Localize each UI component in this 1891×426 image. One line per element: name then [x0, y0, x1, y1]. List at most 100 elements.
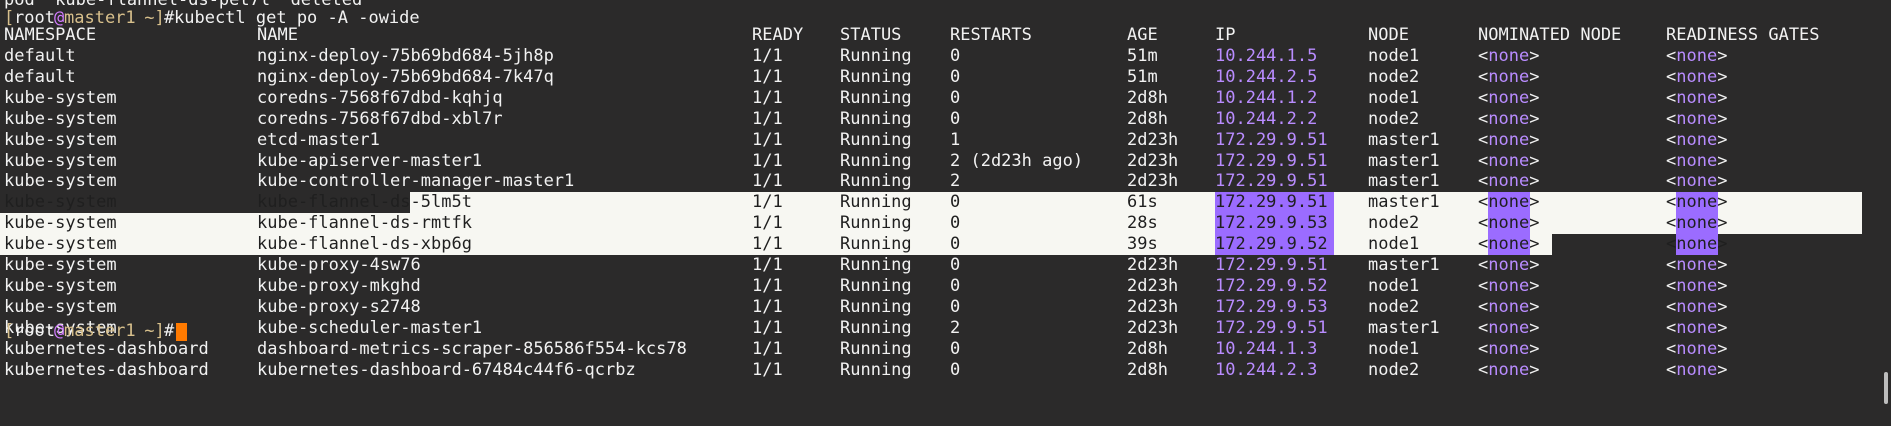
- cell-namespace: kube-system: [4, 151, 117, 171]
- cell-namespace: kube-system: [4, 171, 117, 191]
- cell-ready: 1/1: [752, 234, 783, 254]
- cell-restarts: 0: [950, 255, 961, 275]
- cell-node: node2: [1368, 67, 1420, 87]
- table-row[interactable]: kube-system etcd-master1 1/1 Running 1 2d23h 1…: [0, 130, 1891, 151]
- cell-status: Running: [840, 46, 912, 66]
- cell-readiness-gates: <none>: [1666, 109, 1728, 129]
- cell-node: node2: [1368, 360, 1420, 380]
- cell-ip: 172.29.9.52: [1215, 234, 1328, 254]
- cell-age: 2d23h: [1127, 276, 1179, 296]
- cell-namespace: kube-system: [4, 276, 117, 296]
- cell-readiness-gates: <none>: [1666, 255, 1728, 275]
- cell-ready: 1/1: [752, 276, 783, 296]
- cell-name: kubernetes-dashboard-67484c44f6-qcrbz: [257, 360, 636, 380]
- cell-restarts: 0: [950, 46, 961, 66]
- table-row[interactable]: default nginx-deploy-75b69bd684-5jh8p 1/1 R…: [0, 46, 1891, 67]
- cell-nominated-node: <none>: [1478, 130, 1540, 150]
- cell-readiness-gates: <none>: [1666, 213, 1728, 233]
- table-row[interactable]: kubernetes-dashboard dashboard-metrics-sc…: [0, 339, 1891, 360]
- table-row[interactable]: kube-system coredns-7568f67dbd-xbl7r 1/1 Ru…: [0, 109, 1891, 130]
- text-cursor[interactable]: [176, 323, 187, 341]
- scrollbar-thumb[interactable]: [1884, 372, 1888, 404]
- header-namespace: NAMESPACE: [4, 25, 97, 45]
- table-row[interactable]: kube-system kube-flannel-ds-xbp6g 1/1 Runni…: [0, 234, 1891, 255]
- cell-node: master1: [1368, 130, 1440, 150]
- cell-ready: 1/1: [752, 88, 783, 108]
- cell-node: master1: [1368, 151, 1440, 171]
- table-row[interactable]: kube-system kube-flannel-ds-rmtfk 1/1 Runni…: [0, 213, 1891, 234]
- table-row[interactable]: kube-system kube-apiserver-master1 1/1 Runn…: [0, 151, 1891, 172]
- cell-nominated-node: <none>: [1478, 67, 1540, 87]
- header-nominated-node: NOMINATED NODE: [1478, 25, 1622, 45]
- cell-readiness-gates: <none>: [1666, 130, 1728, 150]
- cell-age: 61s: [1127, 192, 1158, 212]
- current-prompt-line[interactable]: [ root @ master1 ~] #: [0, 321, 1891, 342]
- cell-ip: 172.29.9.51: [1215, 192, 1328, 212]
- cell-restarts: 0: [950, 192, 961, 212]
- cell-namespace: kube-system: [4, 88, 117, 108]
- cell-status: Running: [840, 130, 912, 150]
- cell-ready: 1/1: [752, 109, 783, 129]
- header-ip: IP: [1215, 25, 1236, 45]
- table-row[interactable]: kube-system kube-controller-manager-maste…: [0, 171, 1891, 192]
- cell-readiness-gates: <none>: [1666, 360, 1728, 380]
- cell-status: Running: [840, 360, 912, 380]
- cell-ip: 172.29.9.53: [1215, 213, 1328, 233]
- header-readiness-gates: READINESS GATES: [1666, 25, 1820, 45]
- cell-ip: 10.244.2.3: [1215, 360, 1318, 380]
- scrollbar[interactable]: [1877, 0, 1891, 426]
- cell-age: 2d23h: [1127, 297, 1179, 317]
- table-row[interactable]: kubernetes-dashboard kubernetes-dashboard…: [0, 360, 1891, 381]
- cell-age: 39s: [1127, 234, 1158, 254]
- cell-ready: 1/1: [752, 46, 783, 66]
- table-row[interactable]: kube-system coredns-7568f67dbd-kqhjq 1/1 Ru…: [0, 88, 1891, 109]
- cell-age: 28s: [1127, 213, 1158, 233]
- cell-readiness-gates: <none>: [1666, 88, 1728, 108]
- cell-restarts: 0: [950, 339, 961, 359]
- cell-ready: 1/1: [752, 67, 783, 87]
- table-row[interactable]: kube-system kube-proxy-4sw76 1/1 Running 0 2d…: [0, 255, 1891, 276]
- cell-restarts: 1: [950, 130, 961, 150]
- table-row[interactable]: kube-system kube-proxy-s2748 1/1 Running 0 2d…: [0, 297, 1891, 318]
- cell-ready: 1/1: [752, 255, 783, 275]
- table-row[interactable]: default nginx-deploy-75b69bd684-7k47q 1/1 R…: [0, 67, 1891, 88]
- cell-readiness-gates: <none>: [1666, 297, 1728, 317]
- cell-nominated-node: <none>: [1478, 276, 1540, 296]
- cell-restarts: 0: [950, 88, 961, 108]
- cell-name: kube-proxy-mkghd: [257, 276, 421, 296]
- cell-node: node1: [1368, 46, 1420, 66]
- cell-name: kube-proxy-4sw76: [257, 255, 421, 275]
- cell-ip: 10.244.1.5: [1215, 46, 1318, 66]
- cell-status: Running: [840, 297, 912, 317]
- cell-readiness-gates: <none>: [1666, 276, 1728, 296]
- cell-name: coredns-7568f67dbd-kqhjq: [257, 88, 503, 108]
- cell-ready: 1/1: [752, 130, 783, 150]
- cell-status: Running: [840, 171, 912, 191]
- prompt-host: master1: [64, 321, 136, 341]
- cell-node: node1: [1368, 276, 1420, 296]
- table-row[interactable]: kube-system kube-proxy-mkghd 1/1 Running 0 2d…: [0, 276, 1891, 297]
- cell-age: 2d23h: [1127, 255, 1179, 275]
- cell-age: 2d8h: [1127, 109, 1168, 129]
- cell-ip: 172.29.9.51: [1215, 151, 1328, 171]
- cell-nominated-node: <none>: [1478, 255, 1540, 275]
- cell-name: coredns-7568f67dbd-xbl7r: [257, 109, 503, 129]
- cell-status: Running: [840, 213, 912, 233]
- cell-ip: 172.29.9.52: [1215, 276, 1328, 296]
- cell-name: kube-flannel-ds-5lm5t: [257, 192, 472, 212]
- cell-namespace: default: [4, 46, 76, 66]
- terminal-window[interactable]: pod "kube-flannel-ds-pet7l" deleted [ ro…: [0, 0, 1891, 426]
- cell-nominated-node: <none>: [1478, 234, 1540, 254]
- cell-namespace: default: [4, 67, 76, 87]
- cell-ready: 1/1: [752, 213, 783, 233]
- table-row[interactable]: kube-system kube-flannel-ds-5lm5t 1/1 Runni…: [0, 192, 1891, 213]
- cell-readiness-gates: <none>: [1666, 151, 1728, 171]
- cell-status: Running: [840, 255, 912, 275]
- cell-node: master1: [1368, 255, 1440, 275]
- cell-status: Running: [840, 276, 912, 296]
- cell-ip: 172.29.9.51: [1215, 255, 1328, 275]
- cell-ready: 1/1: [752, 339, 783, 359]
- cell-node: node2: [1368, 297, 1420, 317]
- cell-name: nginx-deploy-75b69bd684-7k47q: [257, 67, 554, 87]
- cell-status: Running: [840, 192, 912, 212]
